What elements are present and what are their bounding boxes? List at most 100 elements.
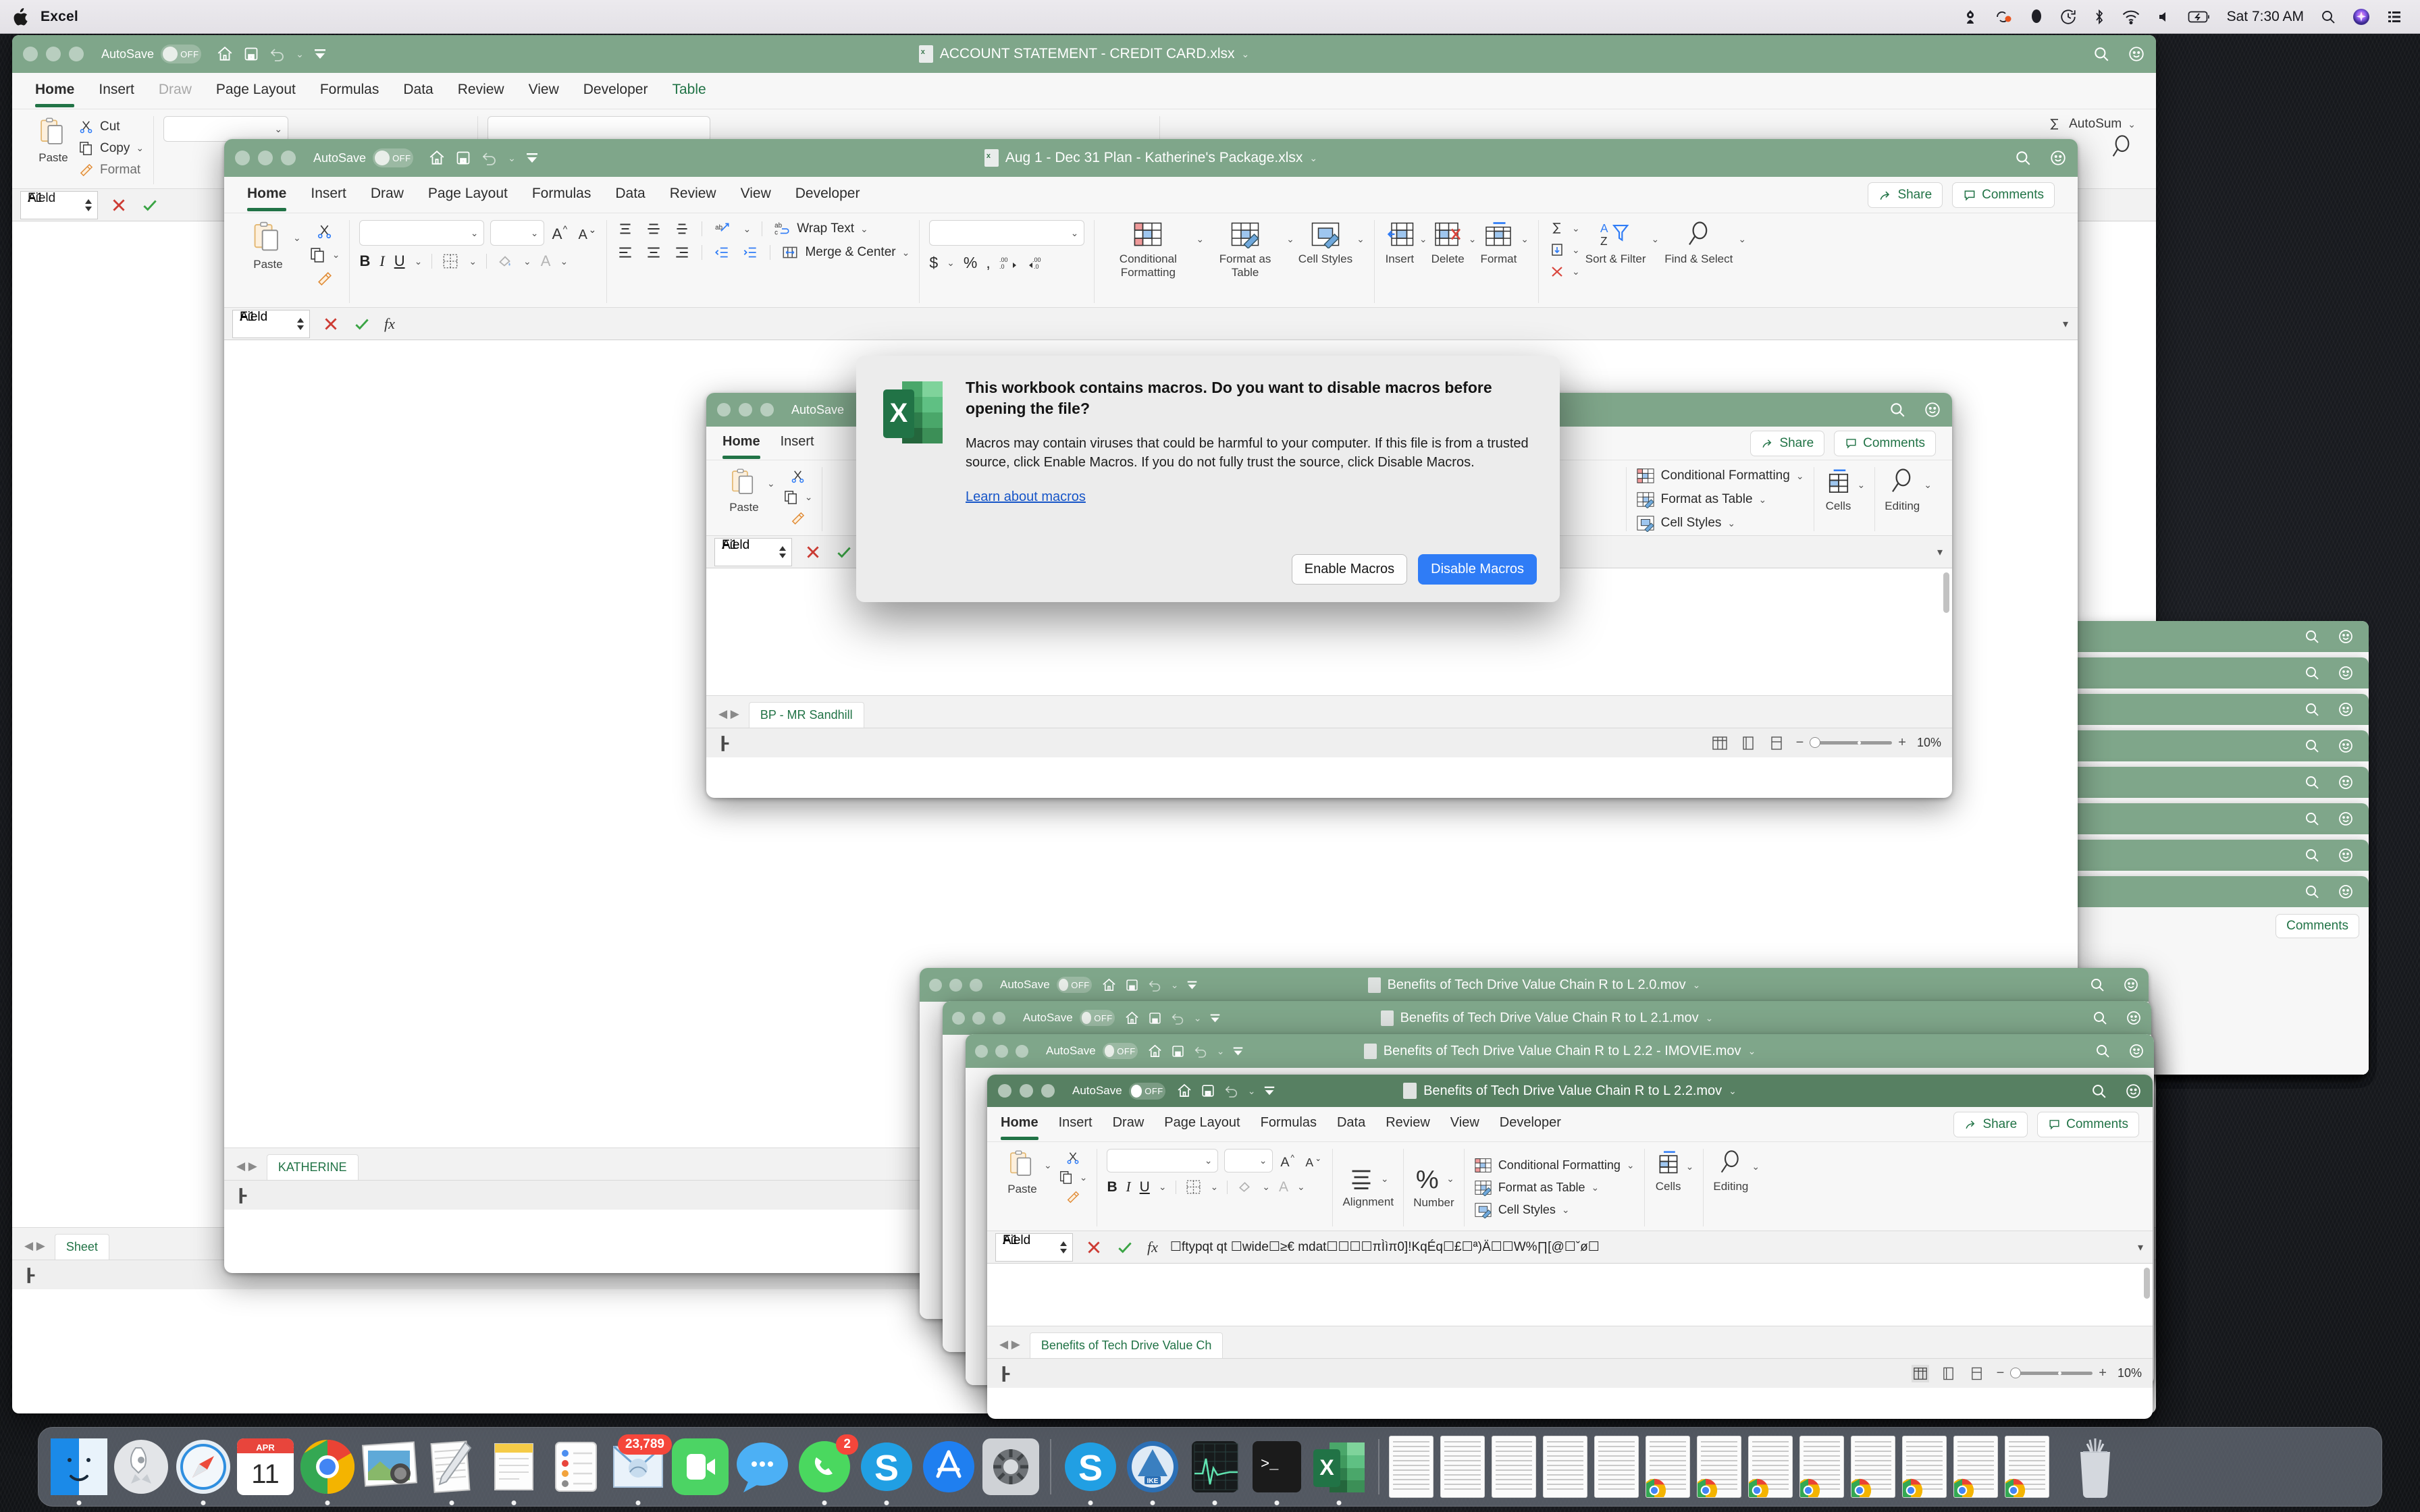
comments-button[interactable]: Comments bbox=[2276, 914, 2359, 938]
search-icon[interactable] bbox=[2089, 977, 2105, 993]
feedback-smiley-icon[interactable] bbox=[2049, 149, 2067, 167]
feedback-smiley-icon[interactable] bbox=[2338, 738, 2354, 754]
decrease-indent-icon[interactable] bbox=[713, 245, 731, 260]
search-icon[interactable] bbox=[2093, 45, 2110, 63]
search-icon[interactable] bbox=[2304, 884, 2320, 900]
close-button[interactable] bbox=[952, 1011, 965, 1025]
search-icon[interactable] bbox=[2095, 1043, 2111, 1059]
window-titlebar[interactable] bbox=[2058, 840, 2369, 871]
dropbox-icon[interactable] bbox=[2030, 9, 2043, 25]
undo-dropdown-icon[interactable]: ⌄ bbox=[1217, 1046, 1225, 1057]
search-icon[interactable] bbox=[2092, 1010, 2108, 1026]
editing-button-front[interactable]: Editing bbox=[1713, 1149, 1748, 1226]
window-titlebar[interactable]: AutoSave OFF ⌄ Benefits of Tech Drive Value… bbox=[966, 1034, 2154, 1068]
name-box-spinner[interactable] bbox=[296, 317, 305, 331]
format-as-table-button-front[interactable]: Format as Table ⌄ bbox=[1474, 1179, 1635, 1196]
minimized-window-thumbnail[interactable] bbox=[1697, 1436, 1741, 1498]
tab-page-layout[interactable]: Page Layout bbox=[1164, 1115, 1240, 1133]
borders-dropdown-icon[interactable]: ⌄ bbox=[469, 256, 477, 267]
search-icon[interactable] bbox=[2304, 811, 2320, 827]
trash-icon[interactable] bbox=[2070, 1436, 2121, 1498]
search-icon[interactable] bbox=[2304, 847, 2320, 863]
underline-button[interactable]: U bbox=[1140, 1179, 1150, 1195]
home-icon[interactable] bbox=[216, 45, 234, 63]
font-color-button[interactable]: A bbox=[541, 252, 551, 270]
align-left-icon[interactable] bbox=[616, 245, 634, 260]
alignment-group-plan[interactable]: ab ⌄ ab c Wrap Text ⌄ Merge & Center ⌄ bbox=[607, 220, 920, 303]
mail-icon[interactable]: 23,789 bbox=[608, 1434, 672, 1505]
sort-dropdown-icon[interactable]: ⌄ bbox=[1652, 220, 1660, 303]
increase-indent-icon[interactable] bbox=[741, 245, 759, 260]
insert-function-icon[interactable]: fx bbox=[384, 315, 395, 333]
conditional-formatting-button-front[interactable]: Conditional Formatting ⌄ bbox=[1474, 1157, 1635, 1174]
fill-color-icon[interactable] bbox=[496, 252, 514, 270]
minimized-window-thumbnail[interactable] bbox=[2005, 1436, 2049, 1498]
minimize-button[interactable] bbox=[972, 1011, 985, 1025]
tab-draw[interactable]: Draw bbox=[159, 82, 192, 101]
minimized-window-thumbnail[interactable] bbox=[1953, 1436, 1998, 1498]
cell-style-combo[interactable] bbox=[488, 116, 711, 142]
tab-view[interactable]: View bbox=[529, 82, 559, 101]
font-group-plan[interactable]: ⌄ ⌄ A ^ A ⌄ B I U ⌄ ⌄ ⌄ A ⌄ bbox=[350, 220, 608, 303]
cells-group-bp[interactable]: Cells ⌄ bbox=[1814, 467, 1876, 531]
airplay-icon[interactable] bbox=[1962, 9, 1978, 25]
minimize-button[interactable] bbox=[1020, 1084, 1033, 1098]
tab-insert[interactable]: Insert bbox=[1059, 1115, 1093, 1133]
clipboard-group-bp[interactable]: Paste ⌄ ⌄ bbox=[717, 467, 823, 531]
search-icon[interactable] bbox=[2304, 738, 2320, 754]
zoom-slider-bp[interactable]: − + bbox=[1796, 735, 1906, 751]
cells-group-front[interactable]: Cells ⌄ bbox=[1645, 1149, 1704, 1226]
tab-developer[interactable]: Developer bbox=[583, 82, 648, 101]
sheet-tabs-bp[interactable]: ◀ ▶ BP - MR Sandhill bbox=[706, 695, 1952, 728]
increase-font-size-icon[interactable]: A ^ bbox=[1279, 1152, 1298, 1170]
traffic-lights[interactable] bbox=[975, 1044, 1028, 1058]
feedback-smiley-icon[interactable] bbox=[2338, 774, 2354, 790]
cancel-formula-icon[interactable] bbox=[804, 543, 822, 561]
copy-icon[interactable] bbox=[309, 246, 326, 263]
clipboard-group-front[interactable]: Paste ⌄ ⌄ bbox=[998, 1149, 1098, 1226]
decrease-font-size-icon[interactable]: A ⌄ bbox=[577, 223, 597, 243]
autosum-icon[interactable] bbox=[1548, 220, 1566, 236]
font-name-combo[interactable]: ⌄ bbox=[1107, 1149, 1219, 1172]
share-button-plan[interactable]: Share bbox=[1868, 182, 1943, 208]
feedback-smiley-icon[interactable] bbox=[2338, 701, 2354, 718]
cancel-formula-icon[interactable] bbox=[110, 196, 128, 214]
italic-button[interactable]: I bbox=[379, 252, 384, 270]
undo-icon[interactable] bbox=[1224, 1084, 1240, 1098]
excel-window-mov-front[interactable]: AutoSave OFF ⌄ Benefits of Tech Drive Va… bbox=[987, 1075, 2153, 1419]
underline-dropdown-icon[interactable]: ⌄ bbox=[1159, 1181, 1167, 1193]
share-button-bp[interactable]: Share bbox=[1750, 430, 1825, 456]
format-painter-icon[interactable] bbox=[783, 510, 813, 526]
find-dropdown-icon[interactable]: ⌄ bbox=[1738, 220, 1746, 303]
align-center-icon[interactable] bbox=[645, 245, 662, 260]
formula-input-front[interactable]: ☐ftypqt qt ☐wide☐≥€ mdat☐☐☐☐πÌìπ0]!KqÉq☐… bbox=[1170, 1239, 2138, 1255]
formula-expand-icon[interactable]: ▾ bbox=[2138, 1241, 2153, 1254]
save-icon[interactable] bbox=[1125, 978, 1139, 992]
sheet-nav-arrows[interactable]: ◀ ▶ bbox=[714, 707, 749, 728]
align-middle-icon[interactable] bbox=[645, 221, 662, 236]
cell-styles-button-front[interactable]: Cell Styles ⌄ bbox=[1474, 1202, 1635, 1218]
minimized-window-thumbnail[interactable] bbox=[1492, 1436, 1536, 1498]
number-group-plan[interactable]: ⌄ $ ⌄ % , .00.0 .00.0 bbox=[920, 220, 1095, 303]
comments-button-plan[interactable]: Comments bbox=[1952, 182, 2055, 208]
copy-button[interactable]: Copy ⌄ bbox=[78, 140, 144, 156]
format-as-table-button-bp[interactable]: Format as Table ⌄ bbox=[1636, 491, 1804, 508]
reminders-icon[interactable] bbox=[546, 1437, 606, 1496]
fill-color-icon[interactable] bbox=[1236, 1179, 1253, 1195]
page-break-view-icon[interactable] bbox=[1768, 734, 1785, 752]
quick-access-toolbar[interactable]: ⌄ bbox=[1101, 977, 1199, 993]
formula-bar-plan[interactable]: A1 Field fx ▾ bbox=[224, 308, 2078, 340]
cs-dropdown-icon[interactable]: ⌄ bbox=[1357, 220, 1365, 303]
status-bar-front[interactable]: − + 10% bbox=[987, 1358, 2153, 1388]
fat-dropdown-icon[interactable]: ⌄ bbox=[1286, 220, 1294, 303]
accessibility-icon[interactable] bbox=[235, 1187, 251, 1204]
undo-icon[interactable] bbox=[1170, 1012, 1186, 1025]
paste-button-front[interactable]: Paste bbox=[1007, 1149, 1037, 1226]
quick-access-toolbar[interactable]: ⌄ bbox=[216, 45, 327, 63]
close-button[interactable] bbox=[235, 151, 250, 165]
tab-review[interactable]: Review bbox=[1386, 1115, 1430, 1133]
spotlight-search-icon[interactable] bbox=[2320, 9, 2336, 25]
insert-dropdown-icon[interactable]: ⌄ bbox=[1419, 220, 1427, 303]
tab-formulas[interactable]: Formulas bbox=[320, 82, 379, 101]
paste-dropdown-icon[interactable]: ⌄ bbox=[293, 220, 301, 303]
